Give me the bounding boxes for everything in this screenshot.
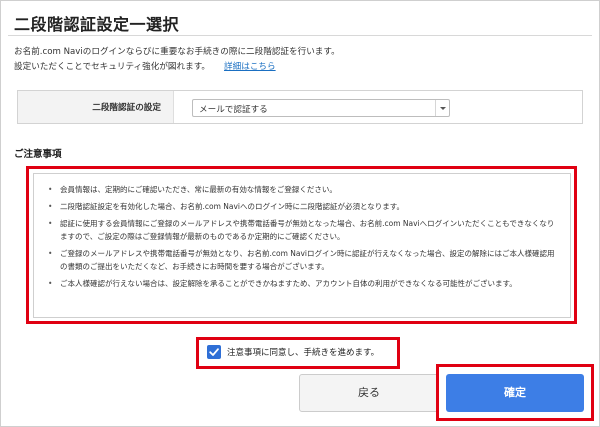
intro-text: お名前.com Naviのログインならびに重要なお手続きの際に二段階認証を行いま… — [14, 45, 584, 75]
setting-label-cell: 二段階認証の設定 — [18, 91, 174, 123]
auth-method-select[interactable]: メールで認証する — [192, 99, 450, 117]
intro-line-1: お名前.com Naviのログインならびに重要なお手続きの際に二段階認証を行いま… — [14, 47, 340, 57]
checkmark-icon — [209, 348, 219, 356]
note-item: ご登録のメールアドレスや携帯電話番号が無効となり、お名前.com Naviログイ… — [44, 247, 560, 273]
page-title: 二段階認証設定一選択 — [14, 15, 180, 34]
notes-list: 会員情報は、定期的にご確認いただき、常に最新の有効な情報をご登録ください。 二段… — [34, 174, 570, 290]
setting-row: 二段階認証の設定 メールで認証する — [17, 90, 583, 124]
intro-line-2: 設定いただくことでセキュリティ強化が図れます。 詳細はこちら — [14, 60, 584, 75]
intro-line-2-text: 設定いただくことでセキュリティ強化が図れます。 — [14, 62, 211, 72]
note-item: ご本人様確認が行えない場合は、設定解除を承ることができかねますため、アカウント自… — [44, 277, 560, 290]
setting-label: 二段階認証の設定 — [92, 103, 161, 113]
note-item: 会員情報は、定期的にご確認いただき、常に最新の有効な情報をご登録ください。 — [44, 183, 560, 196]
title-divider — [8, 35, 592, 36]
agree-checkbox[interactable] — [207, 345, 221, 359]
confirm-button[interactable]: 確定 — [446, 374, 584, 412]
note-item: 二段階認証設定を有効化した場合、お名前.com Naviへのログイン時に二段階認… — [44, 200, 560, 213]
notes-heading: ご注意事項 — [14, 149, 62, 160]
notes-box: 会員情報は、定期的にご確認いただき、常に最新の有効な情報をご登録ください。 二段… — [33, 173, 571, 318]
agree-label[interactable]: 注意事項に同意し、手続きを進めます。 — [227, 346, 379, 358]
note-item: 認証に使用する会員情報にご登録のメールアドレスや携帯電話番号が無効となった場合、… — [44, 217, 560, 243]
back-button[interactable]: 戻る — [299, 374, 439, 412]
auth-method-selected-value: メールで認証する — [199, 105, 268, 115]
chevron-down-icon — [435, 100, 449, 116]
detail-link[interactable]: 詳細はこちら — [224, 62, 276, 72]
